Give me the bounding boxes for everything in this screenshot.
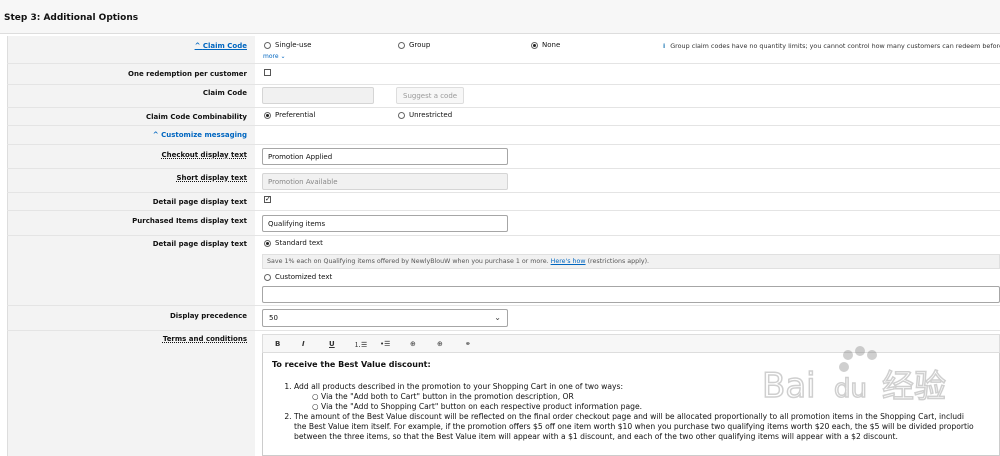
row-divider (7, 125, 1000, 126)
sub-list-item: Via the "Add both to Cart" button in the… (312, 392, 990, 402)
row-divider (7, 168, 1000, 169)
claim-info-text: i Group claim codes have no quantity limi… (663, 42, 1000, 50)
radio-label: Standard text (275, 239, 323, 247)
radio-label: None (542, 41, 561, 49)
radio-circle[interactable] (398, 111, 405, 119)
list-item: The amount of the Best Value discount wi… (294, 412, 990, 442)
bullet-list-icon[interactable]: •☰ (380, 340, 390, 348)
radio-unrestricted[interactable]: Unrestricted (398, 111, 452, 119)
short-display-input[interactable]: Promotion Available (262, 173, 508, 190)
more-link[interactable]: more ⌄ (263, 53, 286, 60)
combinability-label: Claim Code Combinability (145, 113, 247, 121)
radio-customized-text[interactable]: Customized text (264, 273, 332, 281)
row-divider (7, 63, 1000, 64)
radio-group[interactable]: Group (398, 41, 430, 49)
short-display-label: Short display text (176, 174, 247, 182)
link-icon[interactable]: ⚭ (465, 340, 471, 348)
list-item: Add all products described in the promot… (294, 382, 990, 412)
info-icon: i (663, 42, 666, 50)
indent-icon[interactable]: ⊕ (410, 340, 416, 348)
claim-code-toggle[interactable]: ^ Claim Code (195, 42, 247, 50)
purchased-items-label: Purchased Items display text (132, 217, 247, 225)
purchased-items-input[interactable]: Qualifying items (262, 215, 508, 232)
chevron-up-icon: ^ (152, 131, 162, 139)
row-divider (7, 144, 1000, 145)
terms-heading: To receive the Best Value discount: (272, 360, 431, 369)
claim-code-input[interactable] (262, 87, 374, 104)
detail-page-checkbox[interactable]: ✓ (264, 196, 271, 203)
radio-circle-selected[interactable] (264, 111, 271, 119)
radio-label: Group (409, 41, 431, 49)
terms-editor[interactable]: To receive the Best Value discount: Add … (262, 353, 1000, 456)
bold-button[interactable]: B (275, 340, 280, 348)
row-divider (7, 210, 1000, 211)
display-precedence-select[interactable]: 50 ⌄ (262, 309, 508, 327)
row-divider (7, 305, 1000, 306)
radio-none[interactable]: None (531, 41, 560, 49)
sub-list-item: Via the "Add to Shopping Cart" button on… (312, 402, 990, 412)
one-redemption-checkbox[interactable] (264, 69, 271, 76)
terms-label: Terms and conditions (162, 335, 247, 343)
customize-messaging-toggle[interactable]: ^ Customize messaging (153, 131, 247, 139)
checkout-display-input[interactable]: Promotion Applied (262, 148, 508, 165)
chevron-down-icon: ⌄ (280, 53, 286, 60)
radio-label: Single-use (275, 41, 312, 49)
suggest-code-button[interactable]: Suggest a code (396, 87, 465, 104)
italic-button[interactable]: I (302, 340, 305, 348)
customized-text-input[interactable] (262, 286, 1000, 303)
chevron-up-icon: ^ (194, 42, 203, 50)
radio-circle[interactable] (264, 273, 271, 281)
radio-standard-text[interactable]: Standard text (264, 239, 323, 247)
one-redemption-label: One redemption per customer (128, 70, 247, 78)
radio-circle-selected[interactable] (264, 239, 271, 247)
editor-toolbar: B I U ⒈☰ •☰ ⊕ ⊕ ⚭ (262, 334, 1000, 353)
detail-page-checkbox-label: Detail page display text (152, 198, 247, 206)
checkout-display-label: Checkout display text (161, 151, 247, 159)
claim-code-label: Claim Code (202, 89, 247, 97)
radio-label: Customized text (275, 273, 333, 281)
heres-how-link[interactable]: Here's how (551, 258, 586, 265)
row-divider (7, 84, 1000, 85)
row-divider (7, 235, 1000, 236)
radio-single-use[interactable]: Single-use (264, 41, 311, 49)
radio-label: Unrestricted (409, 111, 453, 119)
radio-circle[interactable] (264, 41, 271, 49)
display-precedence-label: Display precedence (169, 312, 247, 320)
outdent-icon[interactable]: ⊕ (437, 340, 443, 348)
radio-circle[interactable] (398, 41, 405, 49)
chevron-down-icon: ⌄ (494, 313, 501, 322)
row-divider (7, 107, 1000, 108)
standard-text-preview: Save 1% each on Qualifying items offered… (262, 254, 1000, 269)
underline-button[interactable]: U (329, 340, 335, 348)
radio-label: Preferential (275, 111, 316, 119)
step-title: Step 3: Additional Options (4, 13, 139, 23)
ordered-list-icon[interactable]: ⒈☰ (354, 340, 367, 350)
radio-preferential[interactable]: Preferential (264, 111, 315, 119)
row-divider (7, 330, 1000, 331)
step-header: Step 3: Additional Options (0, 0, 1000, 34)
terms-list: Add all products described in the promot… (272, 382, 990, 442)
radio-circle-selected[interactable] (531, 41, 538, 49)
row-divider (7, 192, 1000, 193)
detail-page-text-label: Detail page display text (152, 240, 247, 248)
